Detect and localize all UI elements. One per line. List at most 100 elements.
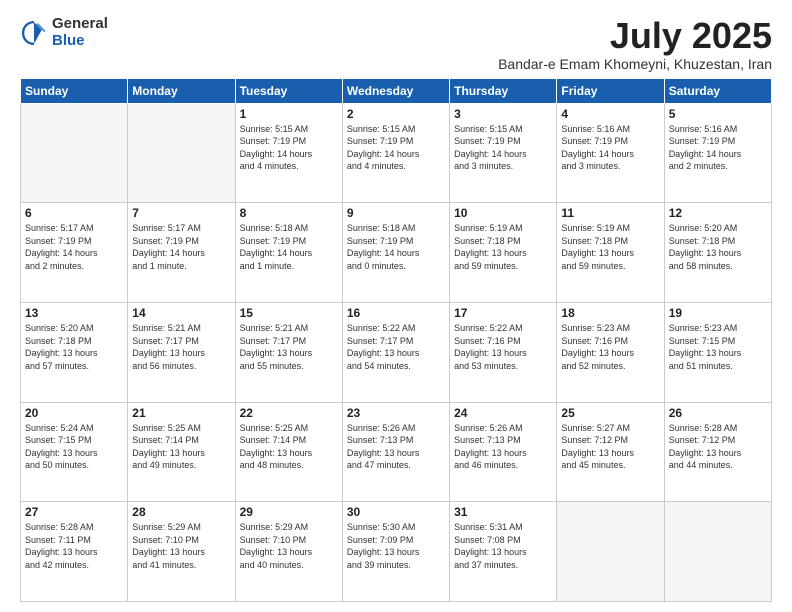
logo-text: General Blue [52, 16, 108, 49]
table-row: 7 Sunrise: 5:17 AM Sunset: 7:19 PM Daylig… [128, 203, 235, 303]
header-monday: Monday [128, 78, 235, 103]
day-number: 6 [25, 206, 123, 220]
table-row [128, 103, 235, 203]
title-location: Bandar-e Emam Khomeyni, Khuzestan, Iran [498, 56, 772, 72]
table-row: 30 Sunrise: 5:30 AM Sunset: 7:09 PM Dayli… [342, 502, 449, 602]
day-info: Sunrise: 5:17 AM Sunset: 7:19 PM Dayligh… [132, 222, 230, 272]
logo-icon [20, 19, 48, 47]
day-info: Sunrise: 5:20 AM Sunset: 7:18 PM Dayligh… [669, 222, 767, 272]
day-number: 14 [132, 306, 230, 320]
calendar-week-row: 1 Sunrise: 5:15 AM Sunset: 7:19 PM Daylig… [21, 103, 772, 203]
day-info: Sunrise: 5:29 AM Sunset: 7:10 PM Dayligh… [132, 521, 230, 571]
table-row: 5 Sunrise: 5:16 AM Sunset: 7:19 PM Daylig… [664, 103, 771, 203]
table-row: 26 Sunrise: 5:28 AM Sunset: 7:12 PM Dayli… [664, 402, 771, 502]
table-row [664, 502, 771, 602]
calendar-week-row: 6 Sunrise: 5:17 AM Sunset: 7:19 PM Daylig… [21, 203, 772, 303]
day-info: Sunrise: 5:21 AM Sunset: 7:17 PM Dayligh… [240, 322, 338, 372]
table-row: 18 Sunrise: 5:23 AM Sunset: 7:16 PM Dayli… [557, 302, 664, 402]
day-info: Sunrise: 5:15 AM Sunset: 7:19 PM Dayligh… [240, 123, 338, 173]
day-number: 4 [561, 107, 659, 121]
day-number: 17 [454, 306, 552, 320]
day-info: Sunrise: 5:25 AM Sunset: 7:14 PM Dayligh… [240, 422, 338, 472]
day-number: 10 [454, 206, 552, 220]
table-row: 9Sunrise: 5:18 AM Sunset: 7:19 PM Daylig… [342, 203, 449, 303]
calendar-table: Sunday Monday Tuesday Wednesday Thursday… [20, 78, 772, 602]
day-number: 24 [454, 406, 552, 420]
table-row: 25Sunrise: 5:27 AM Sunset: 7:12 PM Dayli… [557, 402, 664, 502]
table-row: 17 Sunrise: 5:22 AM Sunset: 7:16 PM Dayli… [450, 302, 557, 402]
table-row: 4 Sunrise: 5:16 AM Sunset: 7:19 PM Daylig… [557, 103, 664, 203]
day-number: 18 [561, 306, 659, 320]
day-number: 2 [347, 107, 445, 121]
day-number: 1 [240, 107, 338, 121]
table-row: 3Sunrise: 5:15 AM Sunset: 7:19 PM Daylig… [450, 103, 557, 203]
day-info: Sunrise: 5:27 AM Sunset: 7:12 PM Dayligh… [561, 422, 659, 472]
day-info: Sunrise: 5:19 AM Sunset: 7:18 PM Dayligh… [454, 222, 552, 272]
day-info: Sunrise: 5:15 AM Sunset: 7:19 PM Dayligh… [454, 123, 552, 173]
table-row: 15 Sunrise: 5:21 AM Sunset: 7:17 PM Dayli… [235, 302, 342, 402]
logo: General Blue [20, 16, 108, 49]
header-thursday: Thursday [450, 78, 557, 103]
calendar-header-row: Sunday Monday Tuesday Wednesday Thursday… [21, 78, 772, 103]
day-info: Sunrise: 5:23 AM Sunset: 7:16 PM Dayligh… [561, 322, 659, 372]
table-row: 1 Sunrise: 5:15 AM Sunset: 7:19 PM Daylig… [235, 103, 342, 203]
table-row: 31 Sunrise: 5:31 AM Sunset: 7:08 PM Dayli… [450, 502, 557, 602]
day-info: Sunrise: 5:28 AM Sunset: 7:12 PM Dayligh… [669, 422, 767, 472]
day-info: Sunrise: 5:30 AM Sunset: 7:09 PM Dayligh… [347, 521, 445, 571]
day-info: Sunrise: 5:26 AM Sunset: 7:13 PM Dayligh… [454, 422, 552, 472]
table-row: 20 Sunrise: 5:24 AM Sunset: 7:15 PM Dayli… [21, 402, 128, 502]
table-row: 12 Sunrise: 5:20 AM Sunset: 7:18 PM Dayli… [664, 203, 771, 303]
day-info: Sunrise: 5:24 AM Sunset: 7:15 PM Dayligh… [25, 422, 123, 472]
day-info: Sunrise: 5:17 AM Sunset: 7:19 PM Dayligh… [25, 222, 123, 272]
day-info: Sunrise: 5:22 AM Sunset: 7:17 PM Dayligh… [347, 322, 445, 372]
day-info: Sunrise: 5:26 AM Sunset: 7:13 PM Dayligh… [347, 422, 445, 472]
header-sunday: Sunday [21, 78, 128, 103]
table-row: 28 Sunrise: 5:29 AM Sunset: 7:10 PM Dayli… [128, 502, 235, 602]
day-number: 29 [240, 505, 338, 519]
title-block: July 2025 Bandar-e Emam Khomeyni, Khuzes… [498, 16, 772, 72]
day-info: Sunrise: 5:23 AM Sunset: 7:15 PM Dayligh… [669, 322, 767, 372]
day-number: 22 [240, 406, 338, 420]
table-row: 24 Sunrise: 5:26 AM Sunset: 7:13 PM Dayli… [450, 402, 557, 502]
logo-blue-text: Blue [52, 33, 108, 50]
table-row: 21 Sunrise: 5:25 AM Sunset: 7:14 PM Dayli… [128, 402, 235, 502]
day-number: 26 [669, 406, 767, 420]
table-row: 16 Sunrise: 5:22 AM Sunset: 7:17 PM Dayli… [342, 302, 449, 402]
day-number: 31 [454, 505, 552, 519]
day-number: 27 [25, 505, 123, 519]
header-tuesday: Tuesday [235, 78, 342, 103]
day-number: 7 [132, 206, 230, 220]
table-row: 23Sunrise: 5:26 AM Sunset: 7:13 PM Dayli… [342, 402, 449, 502]
day-number: 16 [347, 306, 445, 320]
day-info: Sunrise: 5:31 AM Sunset: 7:08 PM Dayligh… [454, 521, 552, 571]
day-info: Sunrise: 5:22 AM Sunset: 7:16 PM Dayligh… [454, 322, 552, 372]
table-row: 8 Sunrise: 5:18 AM Sunset: 7:19 PM Daylig… [235, 203, 342, 303]
day-number: 13 [25, 306, 123, 320]
header-saturday: Saturday [664, 78, 771, 103]
day-number: 5 [669, 107, 767, 121]
table-row [21, 103, 128, 203]
day-info: Sunrise: 5:29 AM Sunset: 7:10 PM Dayligh… [240, 521, 338, 571]
day-info: Sunrise: 5:20 AM Sunset: 7:18 PM Dayligh… [25, 322, 123, 372]
table-row [557, 502, 664, 602]
day-info: Sunrise: 5:25 AM Sunset: 7:14 PM Dayligh… [132, 422, 230, 472]
day-number: 30 [347, 505, 445, 519]
table-row: 11Sunrise: 5:19 AM Sunset: 7:18 PM Dayli… [557, 203, 664, 303]
header: General Blue July 2025 Bandar-e Emam Kho… [20, 16, 772, 72]
day-info: Sunrise: 5:21 AM Sunset: 7:17 PM Dayligh… [132, 322, 230, 372]
day-number: 21 [132, 406, 230, 420]
day-number: 20 [25, 406, 123, 420]
table-row: 14 Sunrise: 5:21 AM Sunset: 7:17 PM Dayli… [128, 302, 235, 402]
table-row: 2Sunrise: 5:15 AM Sunset: 7:19 PM Daylig… [342, 103, 449, 203]
day-number: 9 [347, 206, 445, 220]
day-number: 15 [240, 306, 338, 320]
title-month: July 2025 [498, 16, 772, 56]
day-number: 12 [669, 206, 767, 220]
header-wednesday: Wednesday [342, 78, 449, 103]
day-info: Sunrise: 5:16 AM Sunset: 7:19 PM Dayligh… [669, 123, 767, 173]
day-info: Sunrise: 5:18 AM Sunset: 7:19 PM Dayligh… [240, 222, 338, 272]
day-number: 8 [240, 206, 338, 220]
day-number: 19 [669, 306, 767, 320]
day-number: 28 [132, 505, 230, 519]
day-info: Sunrise: 5:16 AM Sunset: 7:19 PM Dayligh… [561, 123, 659, 173]
